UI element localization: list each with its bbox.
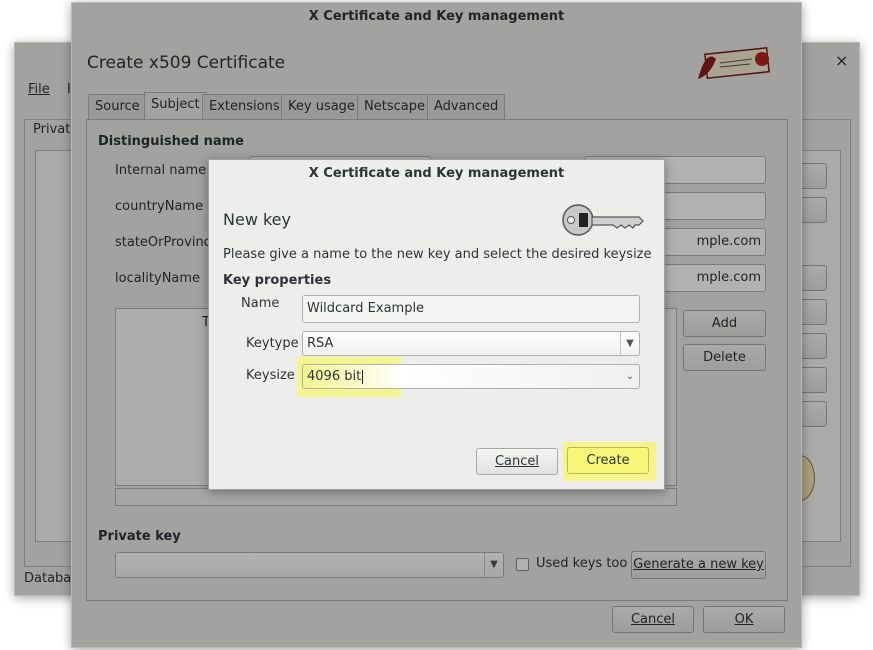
chevron-down-icon: ▼ bbox=[484, 553, 503, 577]
section-key-properties: Key properties bbox=[223, 273, 332, 288]
window-title: X Certificate and Key management bbox=[308, 9, 565, 24]
label-keysize: Keysize bbox=[246, 368, 295, 383]
dialog-description: Please give a name to the new key and se… bbox=[223, 247, 652, 262]
key-icon bbox=[562, 204, 644, 236]
private-key-select[interactable]: ▼ bbox=[115, 552, 504, 578]
new-key-dialog: X Certificate and Key management New key… bbox=[208, 159, 665, 490]
used-keys-label: Used keys too bbox=[536, 556, 628, 571]
dn-table-scrollbar[interactable] bbox=[115, 488, 677, 506]
dialog-titlebar[interactable]: X Certificate and Key management bbox=[209, 160, 664, 188]
tab-netscape[interactable]: Netscape bbox=[357, 94, 432, 120]
dialog-heading: New key bbox=[223, 210, 291, 229]
key-name-input[interactable]: Wildcard Example bbox=[302, 295, 640, 323]
tab-source[interactable]: Source bbox=[88, 94, 147, 120]
keysize-select[interactable]: 4096 bit ⌄ bbox=[302, 364, 640, 389]
tab-extensions[interactable]: Extensions bbox=[202, 94, 287, 120]
page-title: Create x509 Certificate bbox=[87, 53, 286, 73]
generate-new-key-button[interactable]: Generate a new key bbox=[631, 551, 766, 579]
window-titlebar[interactable]: X Certificate and Key management bbox=[72, 3, 801, 31]
keytype-select[interactable]: RSA ▼ bbox=[302, 331, 640, 356]
chevron-down-icon: ▼ bbox=[620, 332, 639, 355]
section-distinguished-name: Distinguished name bbox=[98, 134, 244, 149]
menu-file[interactable]: File bbox=[28, 82, 50, 97]
label-country-name: countryName bbox=[115, 199, 204, 214]
tab-key-usage[interactable]: Key usage bbox=[281, 94, 362, 120]
chevron-down-icon: ⌄ bbox=[625, 371, 635, 382]
label-locality-name: localityName bbox=[115, 271, 201, 286]
close-icon[interactable]: × bbox=[835, 51, 848, 70]
label-keytype: Keytype bbox=[246, 336, 299, 351]
delete-button[interactable]: Delete bbox=[683, 344, 766, 371]
dialog-title: X Certificate and Key management bbox=[308, 166, 565, 181]
used-keys-checkbox[interactable] bbox=[516, 558, 529, 571]
label-internal-name: Internal name bbox=[115, 163, 207, 178]
label-state-or-province: stateOrProvince bbox=[115, 235, 219, 250]
tab-advanced[interactable]: Advanced bbox=[427, 94, 506, 120]
tab-subject[interactable]: Subject bbox=[144, 92, 207, 120]
create-button[interactable]: Create bbox=[567, 447, 649, 474]
dialog-cancel-button[interactable]: Cancel bbox=[476, 448, 558, 475]
add-button[interactable]: Add bbox=[683, 310, 766, 337]
cancel-button[interactable]: Cancel bbox=[612, 606, 694, 633]
section-private-key: Private key bbox=[98, 529, 181, 544]
bg-status: Databas bbox=[24, 571, 79, 586]
label-name: Name bbox=[241, 296, 280, 311]
certificate-scroll-icon bbox=[698, 47, 770, 79]
ok-button[interactable]: OK bbox=[703, 606, 785, 633]
